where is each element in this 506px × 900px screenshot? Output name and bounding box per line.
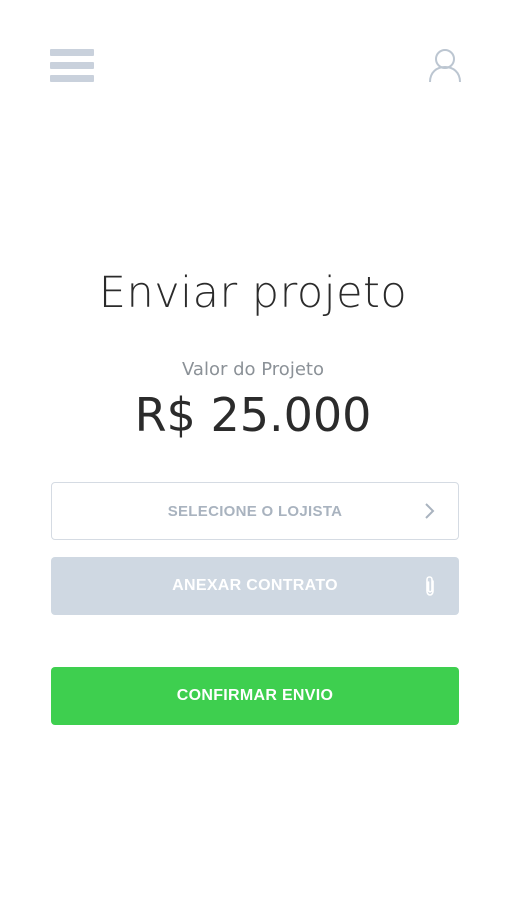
user-profile-icon[interactable]	[426, 46, 464, 84]
attach-contract-label: ANEXAR CONTRATO	[172, 577, 338, 594]
send-project-screen: Enviar projeto Valor do Projeto R$ 25.00…	[0, 0, 506, 900]
select-merchant-label: SELECIONE O LOJISTA	[167, 502, 343, 520]
menu-bar	[50, 62, 94, 69]
hamburger-menu-icon[interactable]	[50, 49, 94, 83]
paperclip-icon	[423, 575, 437, 597]
user-profile-icon-graphic	[429, 49, 461, 83]
confirm-send-button[interactable]: CONFIRMAR ENVIO	[51, 667, 459, 725]
select-merchant-button[interactable]: SELECIONE O LOJISTA	[51, 482, 459, 540]
project-value-amount: R$ 25.000	[134, 388, 372, 442]
project-value-label: Valor do Projeto	[182, 359, 324, 380]
chevron-right-icon	[424, 502, 436, 520]
page-title: Enviar projeto	[98, 268, 408, 318]
menu-bar	[50, 75, 94, 82]
attach-contract-button[interactable]: ANEXAR CONTRATO	[51, 557, 459, 615]
menu-bar	[50, 49, 94, 56]
confirm-send-label: CONFIRMAR ENVIO	[176, 687, 334, 704]
